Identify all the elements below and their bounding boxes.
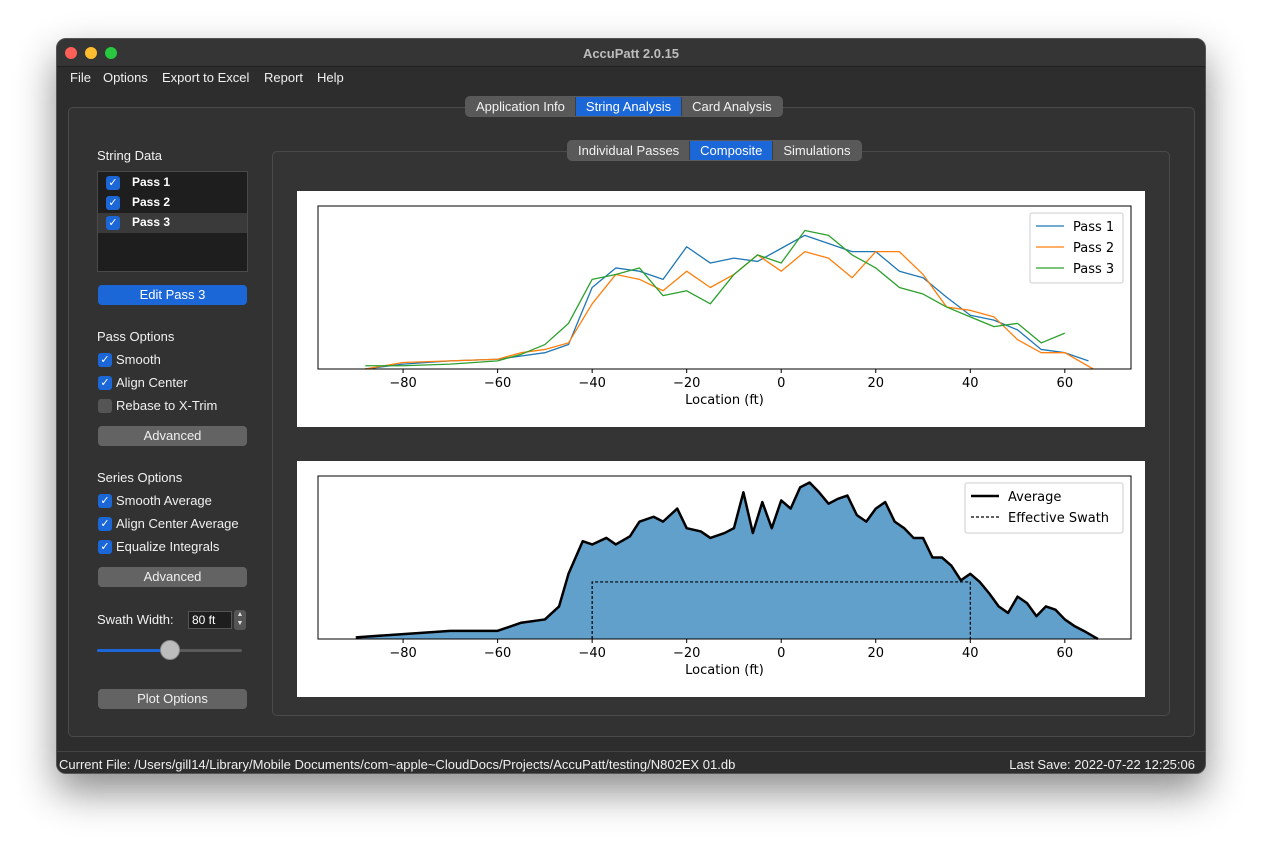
smooth-average-label: Smooth Average: [116, 493, 212, 508]
x-tick-label: −20: [673, 646, 700, 661]
rebase-label: Rebase to X-Trim: [116, 398, 218, 413]
tab-composite[interactable]: Composite: [690, 141, 774, 160]
tab-simulations[interactable]: Simulations: [773, 141, 860, 160]
align-center-label: Align Center: [116, 375, 188, 390]
legend-label: Effective Swath: [1008, 511, 1109, 526]
app-window: AccuPatt 2.0.15 File Options Export to E…: [56, 38, 1206, 774]
tab-application-info[interactable]: Application Info: [466, 97, 576, 116]
tab-string-analysis[interactable]: String Analysis: [575, 97, 683, 116]
menu-bar: File Options Export to Excel Report Help: [57, 68, 1205, 90]
edit-pass-button[interactable]: Edit Pass 3: [98, 285, 247, 305]
list-item[interactable]: ✓ Pass 3: [98, 213, 247, 233]
legend-label: Pass 3: [1073, 262, 1114, 277]
slider-fill: [97, 649, 170, 652]
x-tick-label: 20: [867, 376, 884, 391]
equalize-integrals-label: Equalize Integrals: [116, 539, 220, 554]
align-center-average-checkbox[interactable]: ✓: [98, 517, 112, 531]
align-center-average-label: Align Center Average: [116, 516, 239, 531]
sub-tab-bar: Individual Passes Composite Simulations: [567, 140, 862, 161]
menu-export-to-excel[interactable]: Export to Excel: [162, 70, 249, 85]
x-tick-label: 0: [777, 646, 785, 661]
pass-advanced-button[interactable]: Advanced: [98, 426, 247, 446]
x-tick-label: 60: [1057, 646, 1074, 661]
swath-width-stepper[interactable]: ▲ ▼: [234, 610, 246, 630]
passes-chart: −80 −60 −40 −20 0 20 40 60 Location (ft) Pass 1 Pa…: [317, 205, 1132, 408]
smooth-average-checkbox[interactable]: ✓: [98, 494, 112, 508]
x-tick-label: −80: [389, 646, 416, 661]
x-tick-label: −60: [484, 376, 511, 391]
smooth-label: Smooth: [116, 352, 161, 367]
pass-1-series-line: [365, 234, 1089, 370]
menu-help[interactable]: Help: [317, 70, 344, 85]
list-item[interactable]: ✓ Pass 2: [98, 193, 247, 213]
x-tick-label: 40: [962, 376, 979, 391]
x-tick-label: 20: [867, 646, 884, 661]
x-tick-label: 60: [1057, 376, 1074, 391]
main-tab-content: String Data ✓ Pass 1 ✓ Pass 2 ✓ Pass 3 E…: [68, 107, 1195, 737]
swath-width-label: Swath Width:: [97, 612, 174, 627]
main-tab-bar: Application Info String Analysis Card An…: [465, 96, 783, 117]
x-tick-label: −80: [389, 376, 416, 391]
average-chart: −80 −60 −40 −20 0 20 40 60 Location (ft) Average E…: [317, 475, 1132, 678]
pass-2-series-line: [365, 250, 1094, 370]
x-tick-label: −20: [673, 376, 700, 391]
status-bar: Current File: /Users/gill14/Library/Mobi…: [57, 751, 1205, 773]
smooth-checkbox[interactable]: ✓: [98, 353, 112, 367]
x-tick-label: −40: [578, 646, 605, 661]
title-bar: AccuPatt 2.0.15: [57, 39, 1205, 67]
tab-individual-passes[interactable]: Individual Passes: [568, 141, 691, 160]
legend-label: Pass 1: [1073, 220, 1114, 235]
pass-1-checkbox[interactable]: ✓: [106, 176, 120, 190]
pass-3-checkbox[interactable]: ✓: [106, 216, 120, 230]
pass-3-label: Pass 3: [132, 215, 171, 229]
string-data-label: String Data: [97, 148, 163, 163]
rebase-checkbox[interactable]: [98, 399, 112, 413]
pass-3-series-line: [365, 229, 1066, 367]
x-axis-label: Location (ft): [685, 663, 764, 678]
series-advanced-button[interactable]: Advanced: [98, 567, 247, 587]
tab-card-analysis[interactable]: Card Analysis: [682, 97, 781, 116]
swath-width-input[interactable]: 80 ft: [188, 611, 232, 629]
x-tick-label: 0: [777, 376, 785, 391]
window-title: AccuPatt 2.0.15: [582, 46, 680, 61]
slider-thumb[interactable]: [159, 640, 180, 660]
list-item[interactable]: ✓ Pass 1: [98, 173, 247, 193]
menu-file[interactable]: File: [70, 70, 91, 85]
swath-width-slider[interactable]: [97, 640, 242, 660]
x-tick-label: −40: [578, 376, 605, 391]
pass-2-checkbox[interactable]: ✓: [106, 196, 120, 210]
stepper-down-icon[interactable]: ▼: [234, 620, 246, 627]
pass-2-label: Pass 2: [132, 195, 171, 209]
legend-label: Average: [1008, 490, 1061, 505]
x-tick-label: −60: [484, 646, 511, 661]
plot-options-button[interactable]: Plot Options: [98, 689, 247, 709]
legend-label: Pass 2: [1073, 241, 1114, 256]
pass-options-label: Pass Options: [97, 329, 175, 344]
composite-frame: −80 −60 −40 −20 0 20 40 60 Location (ft) Pass 1 Pa…: [272, 151, 1170, 716]
pass-1-label: Pass 1: [132, 175, 171, 189]
equalize-integrals-checkbox[interactable]: ✓: [98, 540, 112, 554]
menu-options[interactable]: Options: [103, 70, 148, 85]
average-plot-panel: −80 −60 −40 −20 0 20 40 60 Location (ft) Average E…: [297, 461, 1145, 697]
plot-axes-frame: [317, 205, 1132, 370]
x-tick-label: 40: [962, 646, 979, 661]
pass-list[interactable]: ✓ Pass 1 ✓ Pass 2 ✓ Pass 3: [97, 171, 248, 272]
current-file-status: Current File: /Users/gill14/Library/Mobi…: [59, 757, 736, 772]
last-save-status: Last Save: 2022-07-22 12:25:06: [1009, 757, 1195, 772]
passes-plot-panel: −80 −60 −40 −20 0 20 40 60 Location (ft) Pass 1 Pa…: [297, 191, 1145, 427]
x-axis-label: Location (ft): [685, 393, 764, 408]
stepper-up-icon[interactable]: ▲: [234, 611, 246, 618]
menu-report[interactable]: Report: [264, 70, 303, 85]
series-options-label: Series Options: [97, 470, 183, 485]
align-center-checkbox[interactable]: ✓: [98, 376, 112, 390]
